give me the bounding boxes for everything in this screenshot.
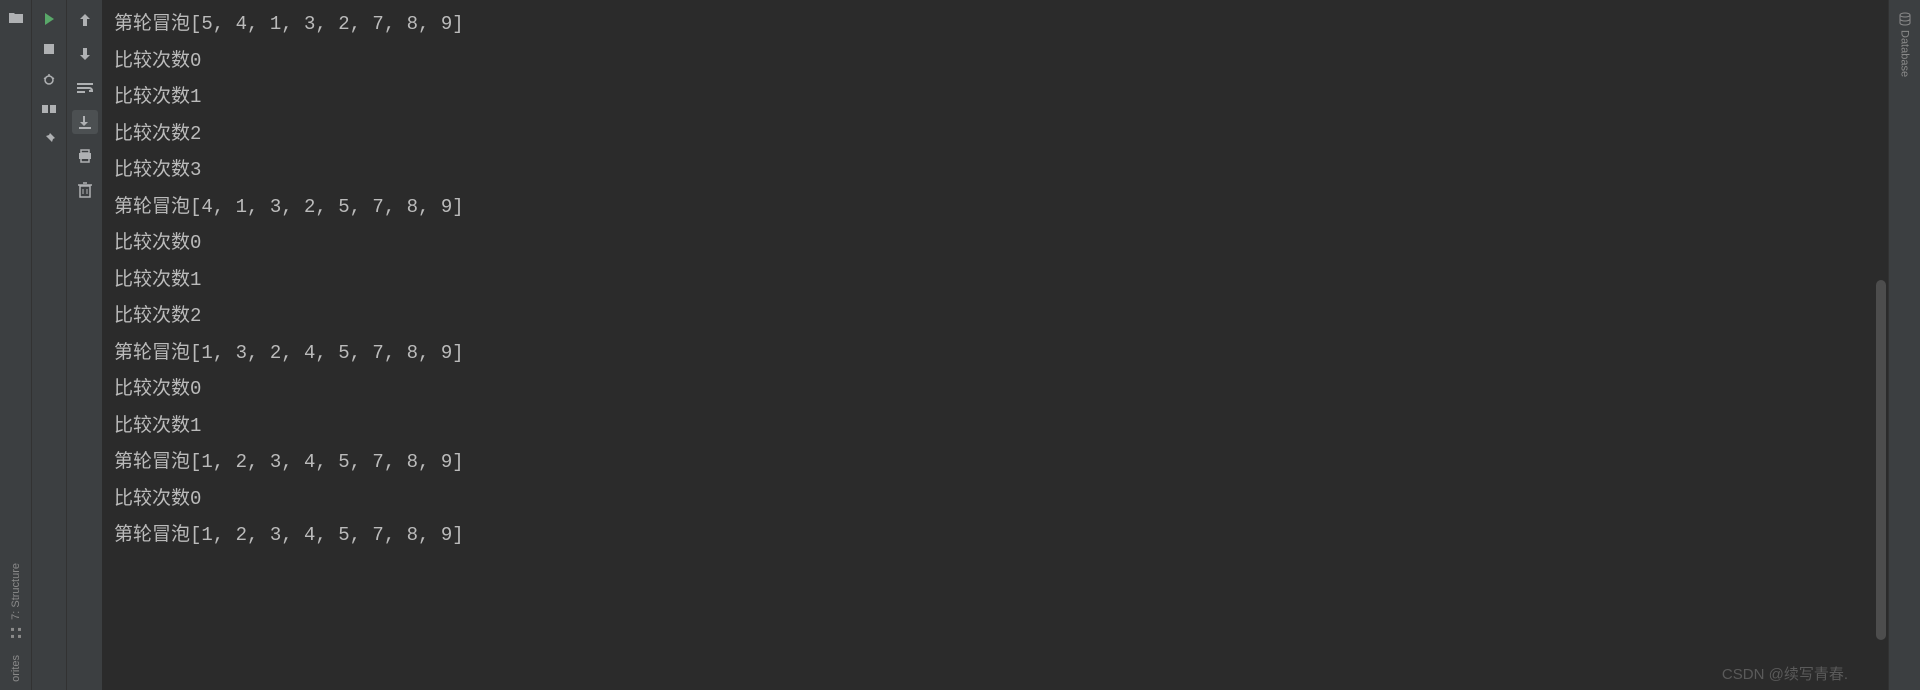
- soft-wrap-button[interactable]: [72, 76, 98, 100]
- right-tool-sidebar: Database: [1888, 0, 1920, 690]
- left-tool-sidebar: 7: Structure orites: [0, 0, 32, 690]
- clear-button[interactable]: [72, 178, 98, 202]
- database-tab[interactable]: Database: [1898, 8, 1912, 81]
- stop-button[interactable]: [38, 38, 60, 60]
- debug-button[interactable]: [38, 68, 60, 90]
- favorites-tab[interactable]: orites: [10, 647, 22, 690]
- scroll-to-end-button[interactable]: [72, 110, 98, 134]
- scroll-down-button[interactable]: [72, 42, 98, 66]
- folder-icon[interactable]: [6, 8, 26, 28]
- layout-button[interactable]: [38, 98, 60, 120]
- vertical-scrollbar[interactable]: [1876, 280, 1886, 640]
- run-controls: [32, 0, 67, 690]
- console-output[interactable]: 第轮冒泡[5, 4, 1, 3, 2, 7, 8, 9] 比较次数0 比较次数1…: [102, 0, 1888, 690]
- run-button[interactable]: [38, 8, 60, 30]
- print-button[interactable]: [72, 144, 98, 168]
- structure-tab[interactable]: 7: Structure: [10, 555, 22, 647]
- scroll-up-button[interactable]: [72, 8, 98, 32]
- pin-button[interactable]: [38, 128, 60, 150]
- console-text: 第轮冒泡[5, 4, 1, 3, 2, 7, 8, 9] 比较次数0 比较次数1…: [102, 0, 1888, 554]
- console-toolbar: [67, 0, 102, 690]
- watermark-text: CSDN @续写青春.: [1722, 663, 1848, 684]
